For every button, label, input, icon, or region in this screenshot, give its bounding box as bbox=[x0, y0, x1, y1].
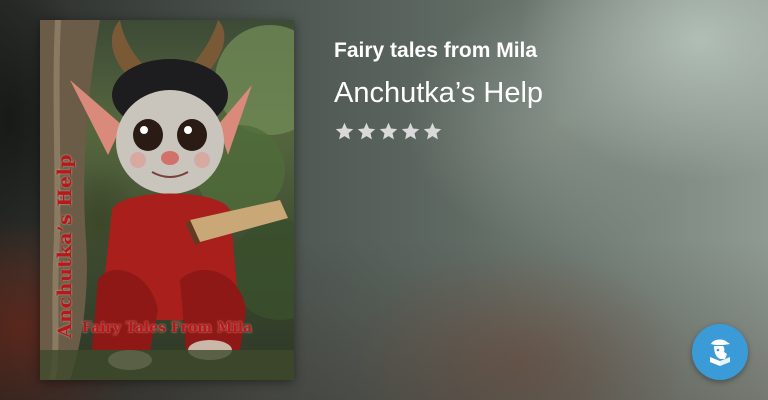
cover-vertical-title: Anchutka’s Help bbox=[54, 154, 76, 338]
star-icon bbox=[379, 122, 398, 140]
star-icon bbox=[335, 122, 354, 140]
star-icon bbox=[423, 122, 442, 140]
star-rating bbox=[334, 121, 443, 142]
author-name[interactable]: Fairy tales from Mila bbox=[334, 39, 537, 63]
narrator-app-button[interactable] bbox=[692, 324, 748, 380]
narrator-icon bbox=[710, 339, 730, 366]
book-title: Anchutka’s Help bbox=[334, 77, 544, 109]
star-icon bbox=[401, 122, 420, 140]
cover-subtitle: Fairy Tales From Mila bbox=[81, 320, 253, 336]
star-icon bbox=[357, 122, 376, 140]
book-cover[interactable]: Anchutka’s Help Fairy Tales From Mila bbox=[40, 20, 294, 380]
